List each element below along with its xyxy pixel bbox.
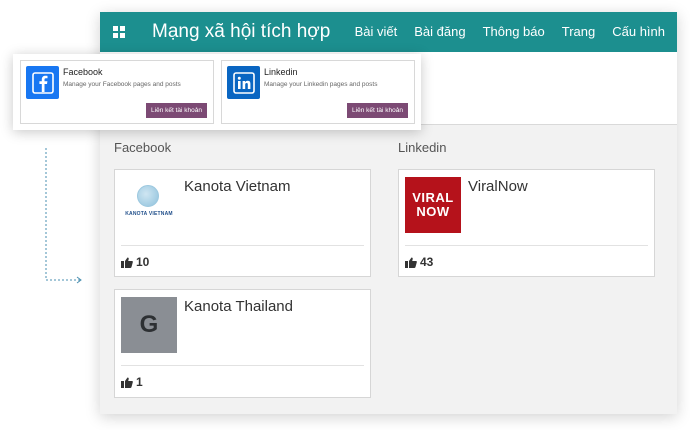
account-logo: VIRAL NOW — [405, 177, 461, 233]
likes-count: 10 — [121, 255, 149, 269]
top-navbar: Mạng xã hội tích hợp Bài viết Bài đăng T… — [100, 12, 677, 52]
thumbs-up-icon — [121, 257, 133, 268]
network-description: Manage your Facebook pages and posts — [63, 81, 181, 88]
thumbs-up-icon — [405, 257, 417, 268]
menu-item-notifications[interactable]: Thông báo — [483, 24, 545, 39]
social-network-selector: Facebook Manage your Facebook pages and … — [13, 54, 421, 130]
divider — [405, 245, 648, 246]
network-card-linkedin[interactable]: Linkedin Manage your Linkedin pages and … — [221, 60, 415, 124]
thumbs-up-icon — [121, 377, 133, 388]
menu-item-configuration[interactable]: Cấu hình — [612, 24, 665, 39]
link-account-button-linkedin[interactable]: Liên kết tài khoản — [347, 103, 408, 118]
account-logo: G — [121, 297, 177, 353]
column-title-linkedin: Linkedin — [398, 140, 447, 155]
account-name: ViralNow — [468, 178, 528, 195]
account-name: Kanota Thailand — [184, 298, 293, 315]
app-title: Mạng xã hội tích hợp — [152, 21, 331, 42]
account-name: Kanota Vietnam — [184, 178, 291, 195]
likes-count: 1 — [121, 375, 143, 389]
menu-item-pages[interactable]: Trang — [562, 24, 595, 39]
apps-grid-icon[interactable] — [113, 26, 125, 38]
account-card-viralnow[interactable]: VIRAL NOW ViralNow 43 — [398, 169, 655, 277]
divider — [121, 245, 364, 246]
account-logo: KANOTA VIETNAM — [121, 177, 177, 233]
account-card-kanota-thailand[interactable]: G Kanota Thailand 1 — [114, 289, 371, 398]
network-description: Manage your Linkedin pages and posts — [264, 81, 378, 88]
likes-count: 43 — [405, 255, 433, 269]
menu-item-published[interactable]: Bài đăng — [414, 24, 465, 39]
linkedin-logo-icon — [227, 66, 260, 99]
link-account-button-facebook[interactable]: Liên kết tài khoản — [146, 103, 207, 118]
facebook-logo-icon — [26, 66, 59, 99]
network-name: Facebook — [63, 67, 103, 77]
connector-arrow — [45, 148, 82, 284]
divider — [121, 365, 364, 366]
account-card-kanota-vietnam[interactable]: KANOTA VIETNAM Kanota Vietnam 10 — [114, 169, 371, 277]
column-title-facebook: Facebook — [114, 140, 172, 155]
network-card-facebook[interactable]: Facebook Manage your Facebook pages and … — [20, 60, 214, 124]
menu-item-posts[interactable]: Bài viết — [355, 24, 398, 39]
top-menu: Bài viết Bài đăng Thông báo Trang Cấu hì… — [338, 24, 665, 39]
network-name: Linkedin — [264, 67, 298, 77]
globe-icon — [137, 185, 159, 207]
